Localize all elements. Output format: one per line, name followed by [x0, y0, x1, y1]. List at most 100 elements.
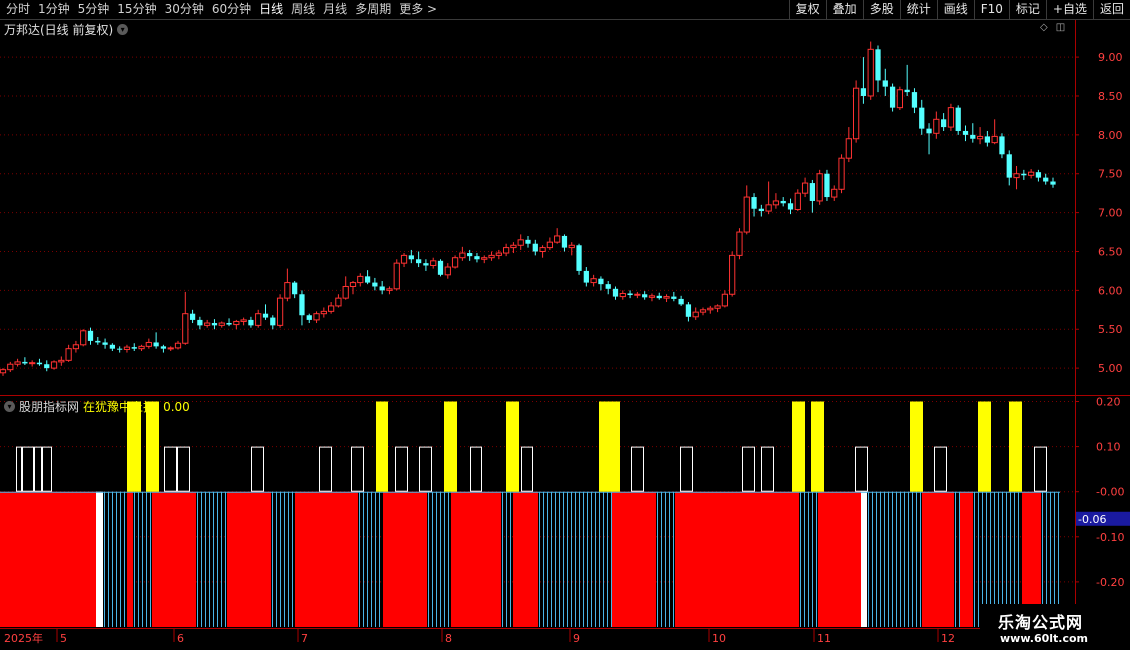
candle-body-up: [590, 278, 597, 284]
candle-body-down: [860, 88, 867, 96]
candle-body-up: [328, 305, 335, 312]
period-tab-7[interactable]: 周线: [291, 0, 315, 19]
action-button-2[interactable]: 多股: [862, 0, 900, 19]
date-tick-label: 7: [301, 632, 308, 645]
square-icon[interactable]: ◫: [1056, 22, 1065, 33]
candle-body-up: [831, 188, 838, 198]
indicator-tick-label: -0.20: [1096, 576, 1124, 589]
price-tick-label: 9.00: [1098, 51, 1123, 64]
period-tab-10[interactable]: 更多 >: [399, 0, 437, 19]
period-tab-6[interactable]: 日线: [259, 0, 283, 19]
positive-white-box: [761, 446, 774, 492]
candle-body-down: [131, 347, 137, 349]
candle-body-up: [393, 262, 400, 290]
period-tab-4[interactable]: 30分钟: [165, 0, 204, 19]
positive-white-box: [934, 446, 947, 492]
period-tab-9[interactable]: 多周期: [355, 0, 391, 19]
candle-body-up: [430, 260, 437, 266]
candle-body-down: [262, 313, 269, 318]
positive-white-box: [251, 446, 264, 492]
positive-white-box: [419, 446, 432, 492]
candle-body-up: [743, 196, 750, 233]
candle-body-up: [342, 285, 349, 299]
indicator-name[interactable]: 股朋指标网: [19, 398, 79, 415]
positive-white-box: [521, 446, 533, 492]
indicator-tick-label: 0.10: [1096, 441, 1121, 454]
candle-body-down: [474, 256, 480, 260]
period-tab-5[interactable]: 60分钟: [212, 0, 251, 19]
negative-red-bar: [818, 491, 861, 627]
candle-body-down: [364, 276, 371, 283]
candle-body-up: [495, 252, 502, 256]
candle-body-up: [204, 322, 211, 326]
date-axis: 2025年 5 6 7 8 9 10 11 12: [4, 629, 955, 645]
date-tick-label: 9: [573, 632, 580, 645]
action-button-6[interactable]: 标记: [1008, 0, 1046, 19]
candle-body-up: [772, 200, 780, 206]
action-button-8[interactable]: 返回: [1092, 0, 1130, 19]
positive-yellow-bar: [811, 401, 824, 492]
candle-body-down: [605, 284, 611, 289]
chevron-down-icon[interactable]: ▾: [4, 401, 15, 412]
candle-body-down: [117, 348, 123, 350]
diamond-icon[interactable]: ◇: [1040, 22, 1048, 33]
period-tab-8[interactable]: 月线: [323, 0, 347, 19]
candle-body-up: [72, 344, 80, 350]
action-button-4[interactable]: 画线: [936, 0, 974, 19]
candle-body-down: [941, 119, 947, 128]
candle-body-down: [299, 294, 305, 316]
price-tick-label: 8.00: [1098, 129, 1123, 142]
action-button-3[interactable]: 统计: [899, 0, 937, 19]
chevron-down-icon[interactable]: ▾: [117, 24, 129, 35]
main-price-axis: 9.00 8.50 8.00 7.50 7.00 6.50 6.00 5.50 5.00: [1075, 51, 1123, 375]
candle-body-up: [634, 293, 641, 296]
negative-red-bar: [922, 491, 954, 627]
period-tab-1[interactable]: 1分钟: [38, 0, 70, 19]
period-tab-0[interactable]: 分时: [6, 0, 30, 19]
indicator-tick-label: 0.20: [1096, 396, 1121, 409]
indicator-formula-value: 0.00: [163, 399, 190, 414]
candle-body-up: [167, 347, 174, 350]
candle-body-down: [226, 323, 232, 325]
indicator-header: ▾ 股朋指标网 在犹豫中上扬: 0.00: [4, 398, 190, 415]
candle-body-up: [736, 231, 743, 256]
candle-body-down: [970, 134, 976, 139]
candle-body-up: [517, 239, 524, 246]
candle-body-up: [58, 359, 65, 363]
price-tick-label: 6.00: [1098, 284, 1123, 297]
negative-red-bar: [451, 491, 501, 627]
positive-yellow-bar: [978, 401, 991, 492]
negative-red-bar: [383, 491, 427, 627]
candle-body-down: [160, 346, 167, 349]
candle-body-up: [867, 48, 874, 97]
candle-body-down: [583, 270, 589, 283]
candle-body-down: [379, 286, 385, 291]
period-tab-2[interactable]: 5分钟: [78, 0, 110, 19]
action-button-7[interactable]: +自选: [1045, 0, 1093, 19]
candle-body-down: [787, 203, 794, 210]
candle-body-down: [408, 255, 414, 260]
candle-body-up: [138, 345, 145, 350]
action-button-0[interactable]: 复权: [788, 0, 826, 19]
candle-body-up: [276, 297, 284, 326]
candle-body-up: [444, 266, 451, 276]
candle-body-up: [816, 173, 823, 202]
candle-body-up: [123, 346, 131, 350]
candle-body-up: [801, 182, 809, 194]
candle-body-down: [576, 245, 582, 271]
candle-body-down: [87, 330, 94, 341]
candle-body-up: [284, 282, 291, 299]
date-tick-label: 12: [941, 632, 955, 645]
candle-body-up: [991, 135, 998, 144]
candle-body-down: [780, 200, 786, 204]
action-button-1[interactable]: 叠加: [825, 0, 863, 19]
candle-body-up: [182, 313, 189, 344]
period-tab-3[interactable]: 15分钟: [117, 0, 156, 19]
action-button-5[interactable]: F10: [973, 0, 1009, 19]
candle-body-down: [561, 235, 568, 248]
candle-body-down: [955, 107, 961, 131]
candle-body-down: [875, 49, 881, 81]
candle-body-up: [50, 361, 58, 369]
candle-body-up: [510, 244, 517, 249]
positive-white-box: [319, 446, 332, 492]
